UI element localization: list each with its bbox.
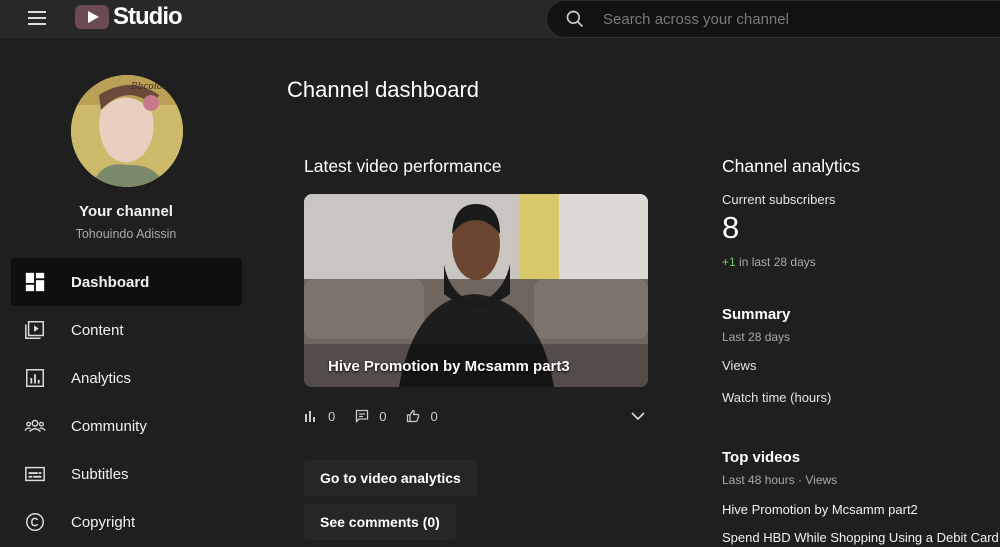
page-title: Channel dashboard [287, 77, 480, 102]
sidebar-item-label: Community [71, 417, 147, 435]
growth-delta: +1 [722, 255, 736, 269]
hamburger-menu-button[interactable] [22, 4, 52, 32]
top-header: Studio [0, 0, 1000, 38]
studio-logo[interactable]: Studio [75, 3, 183, 30]
top-video-link[interactable]: Hive Promotion by Mcsamm part2 [722, 502, 918, 517]
growth-period: in last 28 days [739, 255, 816, 269]
latest-video-card-title: Latest video performance [304, 156, 502, 176]
sidebar-item-label: Subtitles [71, 465, 129, 483]
video-stats: 0 0 0 [304, 406, 458, 426]
channel-analytics-title: Channel analytics [722, 156, 861, 176]
content-icon [25, 321, 44, 339]
subscriber-growth: +1 in last 28 days [722, 255, 816, 269]
search-bar[interactable] [546, 0, 1000, 38]
summary-period: Last 28 days [722, 330, 791, 344]
likes-count: 0 [430, 408, 438, 424]
svg-text:Bbcolor: Bbcolor [130, 82, 167, 92]
comments-stat: 0 [355, 409, 386, 424]
analytics-icon [26, 369, 44, 387]
logo-text: Studio [113, 3, 183, 30]
top-video-link[interactable]: Spend HBD While Shopping Using a Debit C… [722, 530, 999, 545]
views-label: Views [722, 358, 757, 373]
see-comments-button[interactable]: See comments (0) [304, 504, 456, 540]
comments-count: 0 [379, 408, 387, 424]
comment-icon [356, 409, 369, 423]
likes-stat: 0 [406, 408, 438, 424]
search-input[interactable] [603, 10, 983, 28]
go-to-video-analytics-button[interactable]: Go to video analytics [304, 460, 477, 496]
chevron-down-icon[interactable] [628, 406, 648, 426]
sidebar-item-content[interactable]: Content [11, 306, 242, 354]
views-count: 0 [328, 408, 336, 424]
sidebar-item-label: Dashboard [71, 273, 150, 291]
views-stat: 0 [304, 409, 335, 424]
channel-avatar[interactable]: Bbcolor [71, 75, 183, 187]
sidebar-item-community[interactable]: Community [11, 402, 242, 450]
summary-title: Summary [722, 306, 791, 323]
views-icon [305, 411, 315, 422]
youtube-play-icon [75, 5, 109, 29]
subtitles-icon [25, 466, 45, 482]
sidebar-item-subtitles[interactable]: Subtitles [11, 450, 242, 498]
copyright-icon [26, 513, 44, 531]
studio-app: Studio Bbcolor Your channel Tohouindo Ad… [0, 0, 1000, 547]
video-title: Hive Promotion by Mcsamm part3 [328, 358, 570, 375]
subscribers-label: Current subscribers [722, 192, 836, 207]
channel-title: Your channel [79, 203, 173, 220]
search-icon[interactable] [565, 9, 585, 29]
sidebar: Bbcolor Your channel Tohouindo Adissin D… [0, 38, 250, 547]
sidebar-item-label: Copyright [71, 513, 136, 531]
channel-name: Tohouindo Adissin [75, 227, 177, 241]
sidebar-item-label: Analytics [71, 369, 132, 387]
sidebar-item-dashboard[interactable]: Dashboard [11, 258, 242, 306]
thumbs-up-icon [407, 409, 420, 423]
community-icon [24, 419, 46, 433]
dashboard-icon [25, 272, 45, 292]
sidebar-item-label: Content [71, 321, 124, 339]
sidebar-item-copyright[interactable]: Copyright [11, 498, 242, 546]
watch-time-label: Watch time (hours) [722, 390, 832, 405]
subscribers-count: 8 [722, 210, 740, 245]
top-videos-title: Top videos [722, 449, 801, 466]
sidebar-item-analytics[interactable]: Analytics [11, 354, 242, 402]
top-videos-period: Last 48 hours · Views [722, 473, 838, 487]
video-thumbnail[interactable]: Hive Promotion by Mcsamm part3 [304, 194, 648, 387]
